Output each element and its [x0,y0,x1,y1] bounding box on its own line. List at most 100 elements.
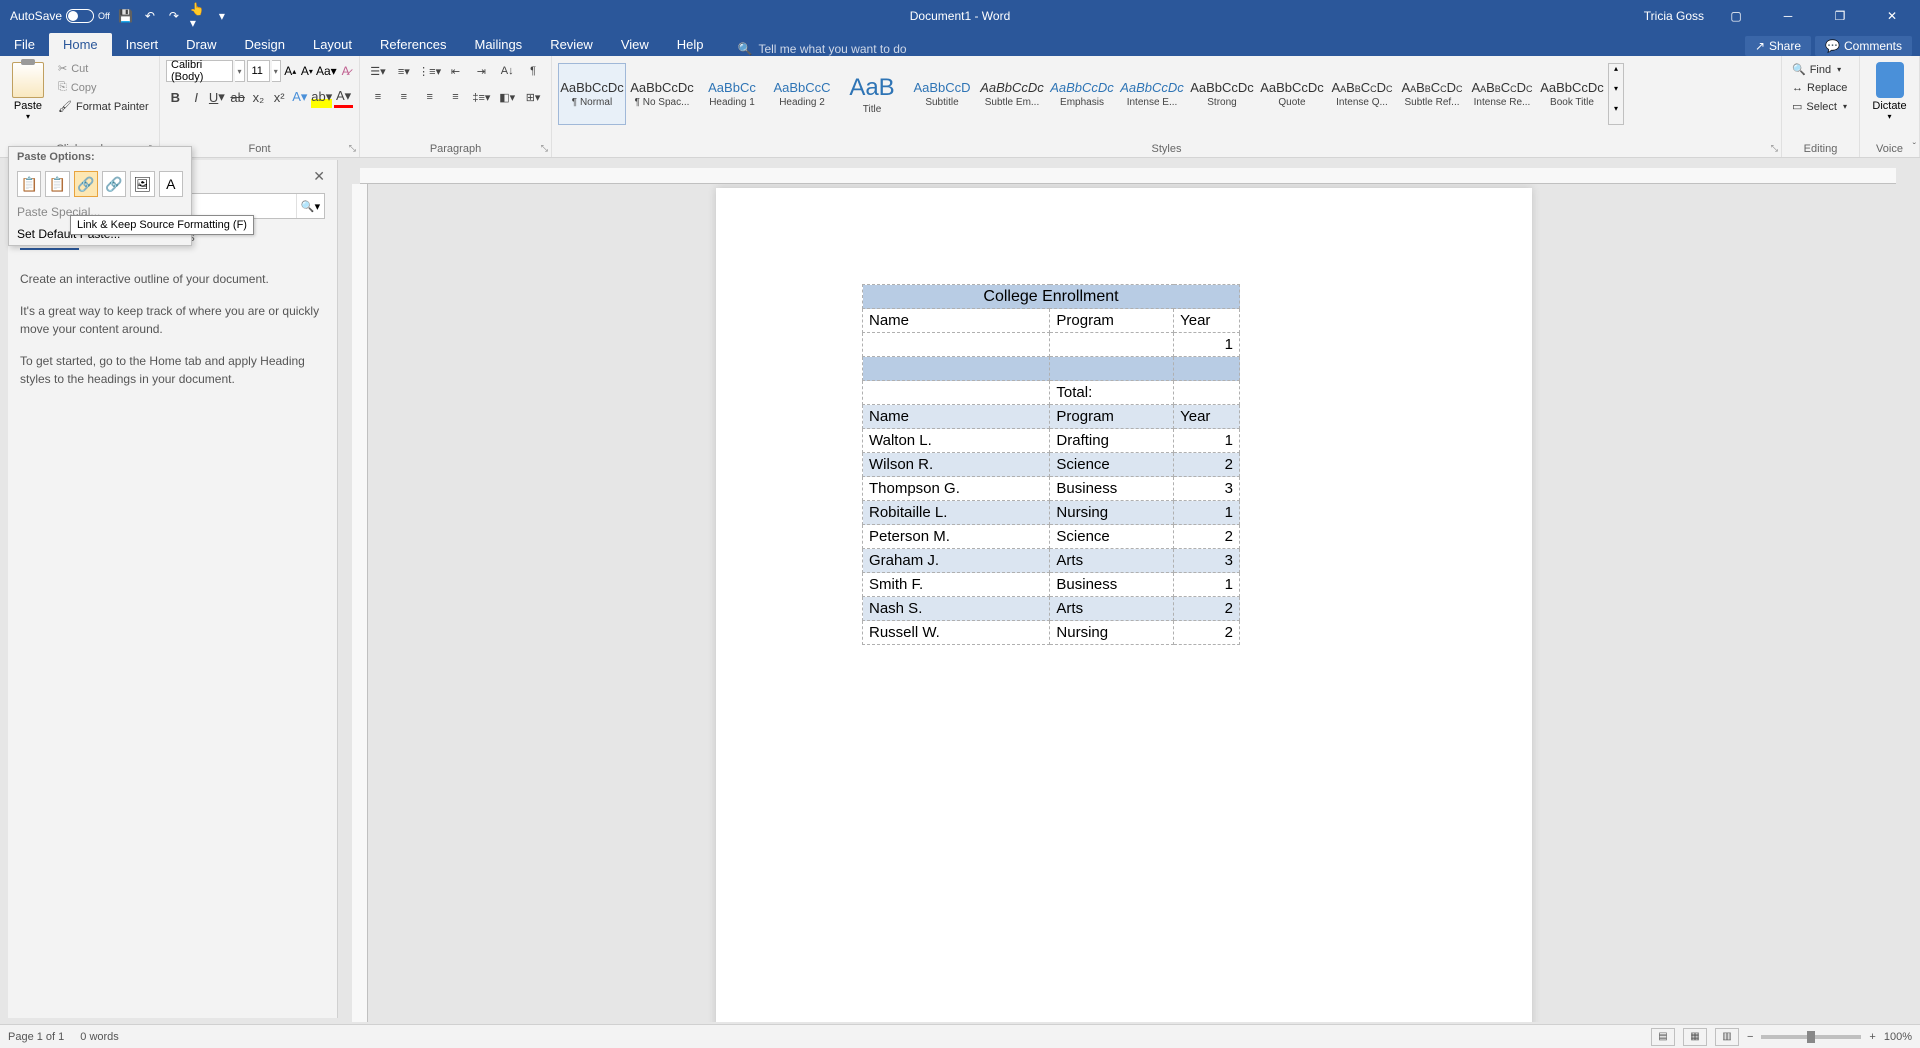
styles-expand-icon[interactable]: ⤡ [1771,143,1778,154]
style-intenseq[interactable]: AaBbCcDcIntense Q... [1328,63,1396,125]
header-name[interactable]: Name [863,309,1050,333]
table-row[interactable]: Thompson G.Business3 [863,477,1240,501]
redo-icon[interactable]: ↷ [166,8,182,24]
font-expand-icon[interactable]: ⤡ [349,143,356,154]
underline-button[interactable]: U▾ [208,86,227,108]
style-subtleem[interactable]: AaBbCcDcSubtle Em... [978,63,1046,125]
web-layout-icon[interactable]: ▥ [1715,1028,1739,1046]
style-booktitle[interactable]: AaBbCcDcBook Title [1538,63,1606,125]
paste-keep-source-icon[interactable]: 📋 [17,171,41,197]
find-button[interactable]: 🔍Find▾ [1788,60,1853,79]
style-intensere[interactable]: AaBbCcDcIntense Re... [1468,63,1536,125]
tab-draw[interactable]: Draw [172,33,230,56]
font-size-dropdown-icon[interactable]: ▾ [272,60,281,82]
header-year[interactable]: Year [1174,309,1240,333]
header-name-2[interactable]: Name [863,405,1050,429]
styles-more-button[interactable]: ▴▾▾ [1608,63,1624,125]
style-emphasis[interactable]: AaBbCcDcEmphasis [1048,63,1116,125]
replace-button[interactable]: ↔Replace [1788,79,1853,97]
style-heading2[interactable]: AaBbCcCHeading 2 [768,63,836,125]
minimize-icon[interactable]: ─ [1768,0,1808,32]
header-program-2[interactable]: Program [1050,405,1174,429]
page-indicator[interactable]: Page 1 of 1 [8,1031,64,1043]
dictate-button[interactable]: Dictate ▾ [1872,62,1906,121]
touch-mode-icon[interactable]: 👆▾ [190,8,206,24]
maximize-icon[interactable]: ❐ [1820,0,1860,32]
horizontal-ruler[interactable] [360,168,1896,184]
user-name[interactable]: Tricia Goss [1644,9,1704,23]
table-row[interactable]: Peterson M.Science2 [863,525,1240,549]
paste-link-keep-source-icon[interactable]: 🔗 [74,171,98,197]
paste-button[interactable]: Paste ▾ [6,60,50,128]
style-subtleref[interactable]: AaBbCcDcSubtle Ref... [1398,63,1466,125]
word-count[interactable]: 0 words [80,1031,119,1043]
numbering-button[interactable]: ≡▾ [392,60,416,82]
tab-view[interactable]: View [607,33,663,56]
highlight-button[interactable]: ab▾ [311,86,332,108]
style-nospac[interactable]: AaBbCcDc¶ No Spac... [628,63,696,125]
header-year-2[interactable]: Year [1174,405,1240,429]
total-label[interactable]: Total: [1050,381,1174,405]
font-color-button[interactable]: A▾ [334,86,353,108]
bold-button[interactable]: B [166,86,185,108]
table-row[interactable]: Smith F.Business1 [863,573,1240,597]
subscript-button[interactable]: x₂ [249,86,268,108]
undo-icon[interactable]: ↶ [142,8,158,24]
vertical-ruler[interactable] [352,184,368,1022]
zoom-level[interactable]: 100% [1884,1031,1912,1043]
style-quote[interactable]: AaBbCcDcQuote [1258,63,1326,125]
format-painter-button[interactable]: 🖌Format Painter [54,98,153,115]
cell-value[interactable]: 1 [1174,333,1240,357]
style-intensee[interactable]: AaBbCcDcIntense E... [1118,63,1186,125]
clear-formatting-button[interactable]: A̷ [338,60,353,82]
text-effects-button[interactable]: A▾ [291,86,310,108]
toggle-switch[interactable] [66,9,94,23]
tab-help[interactable]: Help [663,33,718,56]
paste-text-only-icon[interactable]: A [159,171,183,197]
strikethrough-button[interactable]: ab [228,86,247,108]
shading-button[interactable]: ◧▾ [495,86,519,108]
zoom-out-icon[interactable]: − [1747,1031,1753,1043]
tab-mailings[interactable]: Mailings [461,33,537,56]
style-normal[interactable]: AaBbCcDc¶ Normal [558,63,626,125]
borders-button[interactable]: ⊞▾ [521,86,545,108]
tab-references[interactable]: References [366,33,460,56]
font-size-select[interactable]: 11 [247,60,270,82]
style-title[interactable]: AaBTitle [838,63,906,125]
page[interactable]: College Enrollment Name Program Year 1 T… [716,188,1532,1022]
grow-font-button[interactable]: A▴ [283,60,298,82]
cell-empty[interactable] [1050,333,1174,357]
change-case-button[interactable]: Aa▾ [316,60,336,82]
tell-me-search[interactable]: 🔍 Tell me what you want to do [738,42,907,56]
collapse-ribbon-icon[interactable]: ˇ [1913,142,1916,153]
tab-review[interactable]: Review [536,33,607,56]
header-program[interactable]: Program [1050,309,1174,333]
zoom-slider[interactable] [1761,1035,1861,1039]
tab-home[interactable]: Home [49,33,112,56]
paste-merge-icon[interactable]: 📋 [45,171,69,197]
copy-button[interactable]: ⎘Copy [54,79,153,96]
document-area[interactable]: College Enrollment Name Program Year 1 T… [348,158,1900,1022]
align-left-button[interactable]: ≡ [366,86,390,108]
ribbon-display-icon[interactable]: ▢ [1716,0,1756,32]
select-button[interactable]: ▭Select▾ [1788,97,1853,116]
tab-layout[interactable]: Layout [299,33,366,56]
show-marks-button[interactable]: ¶ [521,60,545,82]
tab-insert[interactable]: Insert [112,33,173,56]
table-row[interactable]: Nash S.Arts2 [863,597,1240,621]
nav-search-icon[interactable]: 🔍▾ [296,194,324,218]
table-row[interactable]: Graham J.Arts3 [863,549,1240,573]
bullets-button[interactable]: ☰▾ [366,60,390,82]
justify-button[interactable]: ≡ [444,86,468,108]
cell-empty[interactable] [863,333,1050,357]
autosave-toggle[interactable]: AutoSave Off [10,9,110,23]
cut-button[interactable]: ✂Cut [54,60,153,77]
paste-link-merge-icon[interactable]: 🔗 [102,171,126,197]
zoom-in-icon[interactable]: + [1869,1031,1875,1043]
share-button[interactable]: ↗ Share [1745,36,1811,56]
document-table[interactable]: College Enrollment Name Program Year 1 T… [862,284,1240,645]
comments-button[interactable]: 💬 Comments [1815,36,1912,56]
read-mode-icon[interactable]: ▤ [1651,1028,1675,1046]
increase-indent-button[interactable]: ⇥ [469,60,493,82]
line-spacing-button[interactable]: ‡≡▾ [469,86,493,108]
